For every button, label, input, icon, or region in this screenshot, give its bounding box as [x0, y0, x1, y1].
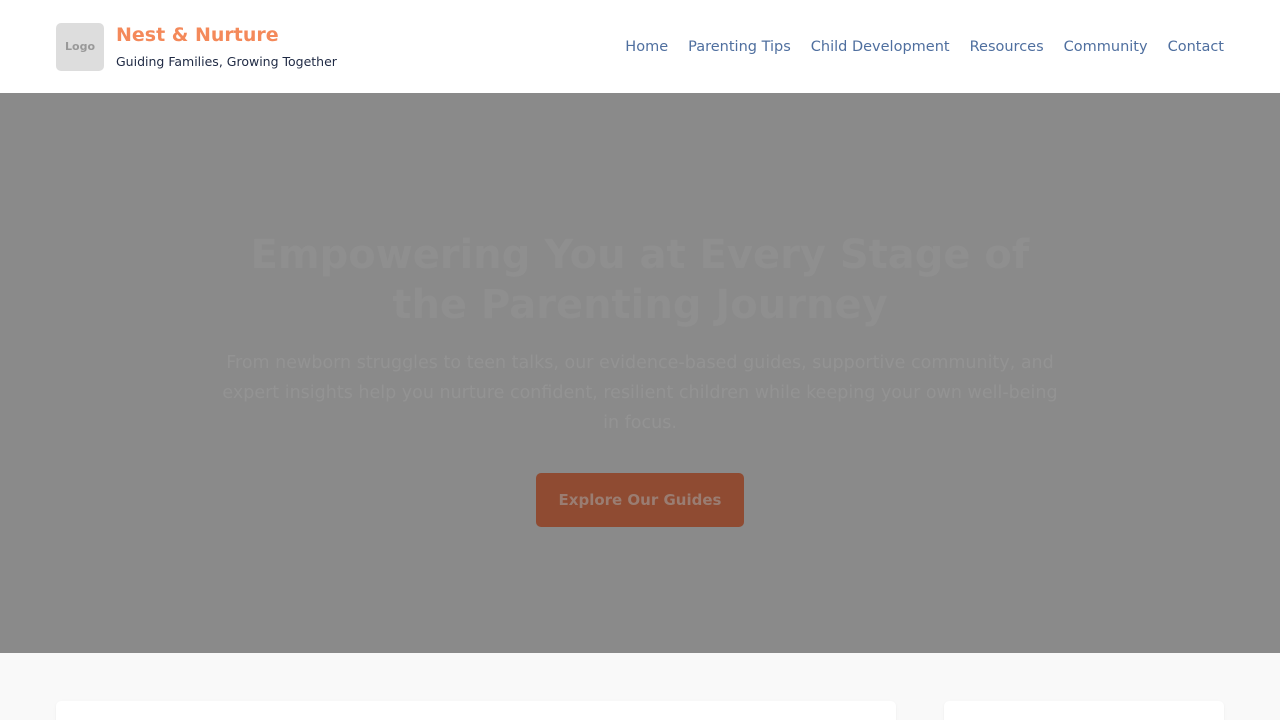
nav-link-resources[interactable]: Resources [970, 39, 1044, 55]
hero-title: Empowering You at Every Stage of the Par… [250, 232, 1030, 328]
logo-placeholder[interactable]: Logo [56, 22, 104, 71]
nav-link-home[interactable]: Home [625, 39, 668, 55]
sidebar-card [944, 701, 1224, 720]
hero-subtitle: From newborn struggles to teen talks, ou… [222, 353, 1058, 433]
site-header: Logo Nest & Nurture Guiding Families, Gr… [0, 0, 1280, 93]
nav-link-community[interactable]: Community [1064, 39, 1148, 55]
hero-section: Empowering You at Every Stage of the Par… [0, 93, 1280, 653]
main-content-card [56, 701, 896, 720]
brand[interactable]: Logo Nest & Nurture Guiding Families, Gr… [56, 22, 337, 71]
nav-link-contact[interactable]: Contact [1168, 39, 1224, 55]
explore-guides-button[interactable]: Explore Our Guides [536, 473, 744, 527]
hero-content: Empowering You at Every Stage of the Par… [200, 230, 1080, 527]
brand-tagline: Guiding Families, Growing Together [116, 53, 337, 69]
main-nav: Home Parenting Tips Child Development Re… [625, 39, 1224, 55]
nav-link-parenting-tips[interactable]: Parenting Tips [688, 39, 791, 55]
brand-text: Nest & Nurture Guiding Families, Growing… [116, 24, 337, 70]
brand-title[interactable]: Nest & Nurture [116, 24, 337, 46]
nav-link-child-development[interactable]: Child Development [811, 39, 950, 55]
